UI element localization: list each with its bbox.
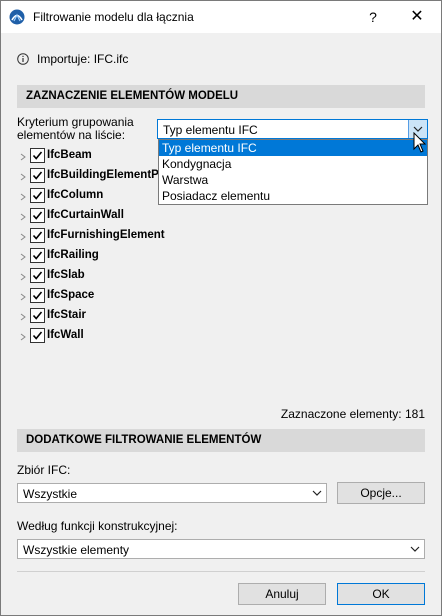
element-type-label: IfcCurtainWall — [47, 209, 124, 221]
grouping-criterion-dropdown: Typ elementu IFC Kondygnacja Warstwa Pos… — [158, 139, 428, 205]
element-type-label: IfcSlab — [47, 269, 85, 281]
expand-arrow-icon[interactable] — [19, 233, 27, 241]
tree-row[interactable]: IfcSlab — [17, 267, 177, 287]
tree-row[interactable]: IfcRailing — [17, 247, 177, 267]
element-checkbox[interactable] — [30, 328, 45, 343]
checkmark-icon — [32, 331, 43, 340]
tree-row[interactable]: IfcFurnishingElement — [17, 227, 177, 247]
options-button[interactable]: Opcje... — [337, 482, 425, 504]
structural-function-select[interactable]: Wszystkie elementy — [17, 539, 425, 559]
expand-arrow-icon[interactable] — [19, 173, 27, 181]
ok-button[interactable]: OK — [337, 583, 425, 605]
element-checkbox[interactable] — [30, 188, 45, 203]
element-type-label: IfcSpace — [47, 289, 95, 301]
element-checkbox[interactable] — [30, 248, 45, 263]
element-type-label: IfcStair — [47, 309, 86, 321]
section-title: ZAZNACZENIE ELEMENTÓW MODELU — [26, 90, 239, 102]
ifc-set-value: Wszystkie — [23, 487, 77, 501]
expand-arrow-icon[interactable] — [19, 333, 27, 341]
checkmark-icon — [32, 231, 43, 240]
element-checkbox[interactable] — [30, 168, 45, 183]
expand-arrow-icon[interactable] — [19, 313, 27, 321]
archicad-app-icon — [9, 9, 25, 25]
element-checkbox[interactable] — [30, 228, 45, 243]
element-type-label: IfcWall — [47, 329, 84, 341]
element-checkbox[interactable] — [30, 148, 45, 163]
checkmark-icon — [32, 211, 43, 220]
ifc-set-select[interactable]: Wszystkie — [17, 483, 327, 503]
expand-arrow-icon[interactable] — [19, 293, 27, 301]
expand-arrow-icon[interactable] — [19, 273, 27, 281]
grouping-criterion-select[interactable]: Typ elementu IFC — [157, 119, 428, 139]
checkmark-icon — [32, 291, 43, 300]
expand-arrow-icon[interactable] — [19, 253, 27, 261]
structural-function-label: Według funkcji konstrukcyjnej: — [17, 519, 178, 533]
dropdown-option-owner[interactable]: Posiadacz elementu — [159, 188, 427, 204]
element-type-label: IfcBuildingElementPr — [47, 169, 164, 181]
dropdown-option-ifc-type[interactable]: Typ elementu IFC — [159, 140, 427, 156]
element-checkbox[interactable] — [30, 288, 45, 303]
import-info-text: Importuje: IFC.ifc — [37, 52, 129, 66]
element-type-label: IfcFurnishingElement — [47, 229, 165, 241]
grouping-criterion-value: Typ elementu IFC — [163, 123, 258, 137]
element-type-label: IfcBeam — [47, 149, 92, 161]
tree-row[interactable]: IfcWall — [17, 327, 177, 347]
close-button[interactable]: ✕ — [405, 7, 429, 27]
tree-row[interactable]: IfcSpace — [17, 287, 177, 307]
checkmark-icon — [32, 171, 43, 180]
checkmark-icon — [32, 271, 43, 280]
mouse-cursor-icon — [413, 132, 427, 153]
element-type-label: IfcColumn — [47, 189, 104, 201]
dropdown-option-storey[interactable]: Kondygnacja — [159, 156, 427, 172]
tree-row[interactable]: IfcBuildingElementPr — [17, 167, 177, 187]
grouping-criterion-label: Kryterium grupowania elementów na liście… — [17, 115, 134, 142]
checkmark-icon — [32, 251, 43, 260]
info-icon — [17, 53, 29, 65]
title-bar: Filtrowanie modelu dla łącznia ? ✕ — [1, 1, 441, 33]
dialog-window: Filtrowanie modelu dla łącznia ? ✕ Impor… — [0, 0, 442, 616]
expand-arrow-icon[interactable] — [19, 213, 27, 221]
section-title: DODATKOWE FILTROWANIE ELEMENTÓW — [26, 434, 262, 446]
tree-row[interactable]: IfcColumn — [17, 187, 177, 207]
dropdown-option-layer[interactable]: Warstwa — [159, 172, 427, 188]
chevron-down-icon[interactable] — [406, 540, 424, 558]
chevron-down-icon[interactable] — [308, 484, 326, 502]
window-title: Filtrowanie modelu dla łącznia — [33, 10, 194, 24]
tree-row[interactable]: IfcCurtainWall — [17, 207, 177, 227]
checkmark-icon — [32, 151, 43, 160]
section-header-selection: ZAZNACZENIE ELEMENTÓW MODELU — [17, 85, 425, 108]
element-type-label: IfcRailing — [47, 249, 99, 261]
structural-function-value: Wszystkie elementy — [23, 543, 130, 557]
section-header-additional: DODATKOWE FILTROWANIE ELEMENTÓW — [17, 429, 425, 452]
expand-arrow-icon[interactable] — [19, 193, 27, 201]
footer-separator — [17, 571, 425, 572]
selected-count: Zaznaczone elementy: 181 — [280, 407, 425, 421]
cancel-button[interactable]: Anuluj — [238, 583, 326, 605]
ifc-set-label: Zbiór IFC: — [17, 463, 71, 477]
element-checkbox[interactable] — [30, 268, 45, 283]
element-checkbox[interactable] — [30, 308, 45, 323]
help-button[interactable]: ? — [363, 7, 383, 27]
tree-row[interactable]: IfcBeam — [17, 147, 177, 167]
checkmark-icon — [32, 311, 43, 320]
tree-row[interactable]: IfcStair — [17, 307, 177, 327]
element-checkbox[interactable] — [30, 208, 45, 223]
checkmark-icon — [32, 191, 43, 200]
expand-arrow-icon[interactable] — [19, 153, 27, 161]
